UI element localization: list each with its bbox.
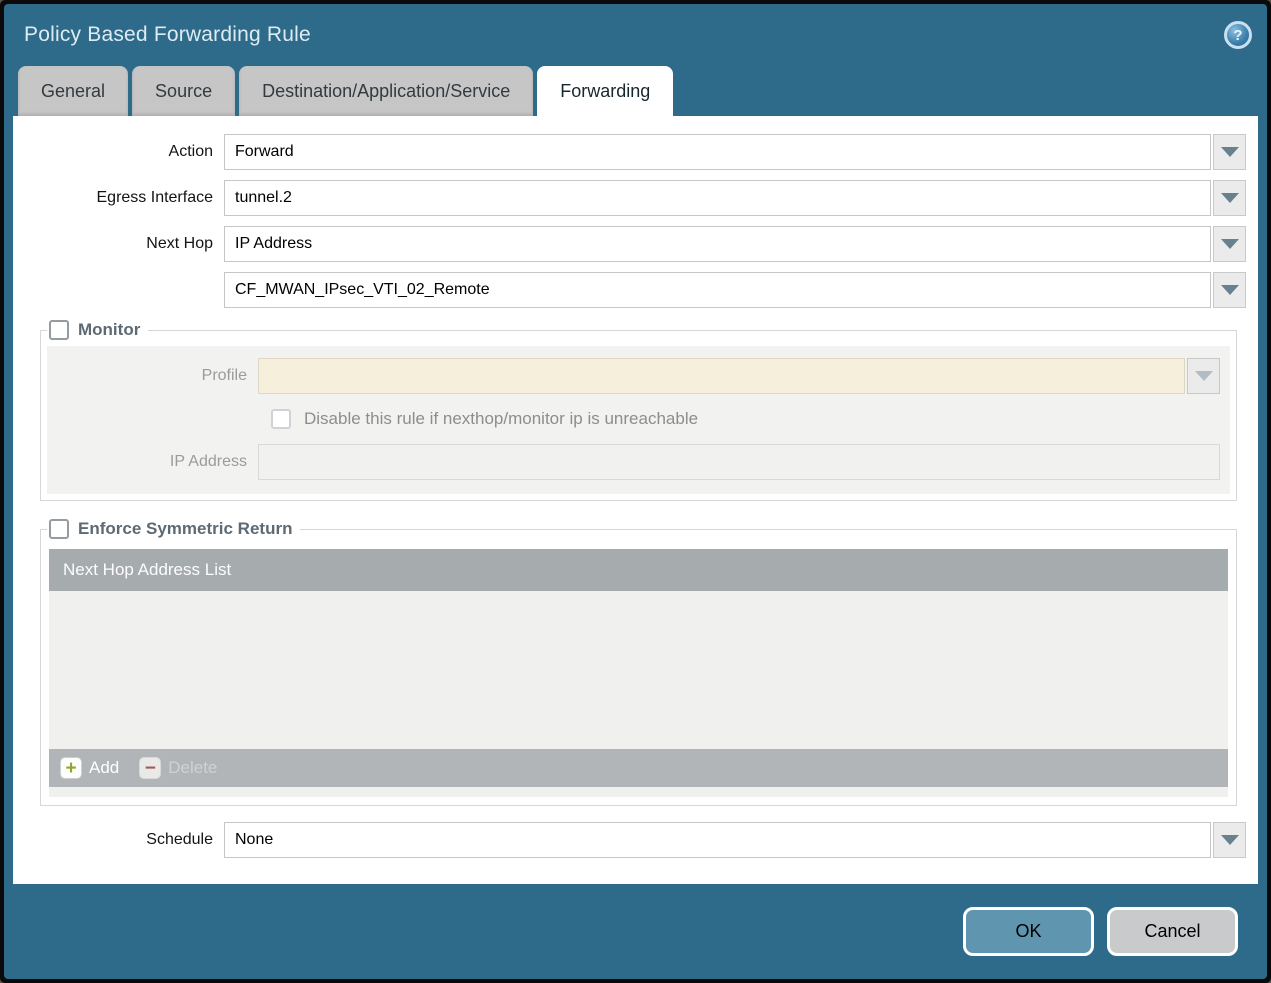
monitor-checkbox[interactable] bbox=[49, 320, 69, 340]
next-hop-address-row bbox=[13, 272, 1246, 308]
delete-button: − Delete bbox=[139, 757, 217, 779]
chevron-down-icon bbox=[1221, 193, 1239, 203]
profile-combo bbox=[258, 358, 1220, 394]
egress-interface-row: Egress Interface bbox=[13, 180, 1246, 216]
ok-button[interactable]: OK bbox=[963, 907, 1094, 956]
dialog-title: Policy Based Forwarding Rule bbox=[24, 23, 311, 47]
table-bottom-strip bbox=[49, 787, 1228, 797]
profile-row: Profile bbox=[47, 358, 1220, 394]
monitor-fieldset: Monitor Profile Disable bbox=[40, 320, 1237, 501]
symmetric-return-legend: Enforce Symmetric Return bbox=[47, 519, 300, 539]
help-icon[interactable]: ? bbox=[1224, 21, 1252, 49]
disable-rule-checkbox bbox=[271, 409, 291, 429]
chevron-down-icon bbox=[1195, 371, 1213, 381]
profile-input bbox=[258, 358, 1185, 394]
add-button-label: Add bbox=[89, 758, 119, 778]
monitor-ip-address-label: IP Address bbox=[47, 453, 258, 471]
symmetric-return-legend-label: Enforce Symmetric Return bbox=[78, 519, 292, 539]
egress-interface-dropdown-button[interactable] bbox=[1213, 180, 1246, 216]
minus-icon: − bbox=[139, 757, 161, 779]
egress-interface-label: Egress Interface bbox=[13, 189, 224, 207]
next-hop-address-dropdown-button[interactable] bbox=[1213, 272, 1246, 308]
delete-button-label: Delete bbox=[168, 758, 217, 778]
monitor-ip-address-combo bbox=[258, 444, 1220, 480]
tab-bar: General Source Destination/Application/S… bbox=[4, 66, 1267, 116]
schedule-combo bbox=[224, 822, 1246, 858]
add-button[interactable]: + Add bbox=[60, 757, 119, 779]
schedule-input[interactable] bbox=[224, 822, 1211, 858]
next-hop-type-dropdown-button[interactable] bbox=[1213, 226, 1246, 262]
schedule-row: Schedule bbox=[13, 822, 1246, 858]
next-hop-label: Next Hop bbox=[13, 235, 224, 253]
tab-forwarding[interactable]: Forwarding bbox=[537, 66, 673, 116]
next-hop-type-combo bbox=[224, 226, 1246, 262]
action-row: Action bbox=[13, 134, 1246, 170]
pbf-rule-dialog: Policy Based Forwarding Rule ? General S… bbox=[4, 4, 1267, 979]
action-combo bbox=[224, 134, 1246, 170]
table-footer: + Add − Delete bbox=[49, 749, 1228, 787]
screenshot-frame: Policy Based Forwarding Rule ? General S… bbox=[0, 0, 1271, 983]
profile-dropdown-button bbox=[1187, 358, 1220, 394]
next-hop-address-list-table: Next Hop Address List + Add − Delete bbox=[49, 549, 1228, 797]
egress-interface-combo bbox=[224, 180, 1246, 216]
plus-icon: + bbox=[60, 757, 82, 779]
next-hop-address-combo bbox=[224, 272, 1246, 308]
monitor-ip-address-input bbox=[258, 444, 1220, 480]
table-header: Next Hop Address List bbox=[49, 549, 1228, 591]
tab-destination-application-service[interactable]: Destination/Application/Service bbox=[239, 66, 533, 116]
chevron-down-icon bbox=[1221, 239, 1239, 249]
action-label: Action bbox=[13, 143, 224, 161]
next-hop-type-input[interactable] bbox=[224, 226, 1211, 262]
schedule-dropdown-button[interactable] bbox=[1213, 822, 1246, 858]
chevron-down-icon bbox=[1221, 285, 1239, 295]
profile-label: Profile bbox=[47, 367, 258, 385]
monitor-panel: Profile Disable this rule if nexthop/mon… bbox=[47, 346, 1230, 494]
next-hop-address-input[interactable] bbox=[224, 272, 1211, 308]
chevron-down-icon bbox=[1221, 147, 1239, 157]
monitor-legend: Monitor bbox=[47, 320, 148, 340]
egress-interface-input[interactable] bbox=[224, 180, 1211, 216]
next-hop-row: Next Hop bbox=[13, 226, 1246, 262]
table-body[interactable] bbox=[49, 591, 1228, 749]
action-dropdown-button[interactable] bbox=[1213, 134, 1246, 170]
disable-rule-label: Disable this rule if nexthop/monitor ip … bbox=[304, 409, 698, 429]
symmetric-return-checkbox[interactable] bbox=[49, 519, 69, 539]
chevron-down-icon bbox=[1221, 835, 1239, 845]
action-input[interactable] bbox=[224, 134, 1211, 170]
tab-source[interactable]: Source bbox=[132, 66, 235, 116]
schedule-label: Schedule bbox=[13, 831, 224, 849]
disable-rule-row: Disable this rule if nexthop/monitor ip … bbox=[271, 409, 1220, 429]
monitor-legend-label: Monitor bbox=[78, 320, 140, 340]
symmetric-return-fieldset: Enforce Symmetric Return Next Hop Addres… bbox=[40, 519, 1237, 806]
tab-general[interactable]: General bbox=[18, 66, 128, 116]
dialog-titlebar: Policy Based Forwarding Rule ? bbox=[4, 4, 1267, 66]
cancel-button[interactable]: Cancel bbox=[1107, 907, 1238, 956]
monitor-ip-address-row: IP Address bbox=[47, 444, 1220, 480]
forwarding-tab-panel: Action Egress Interface Ne bbox=[13, 116, 1258, 884]
dialog-footer: OK Cancel bbox=[4, 884, 1267, 979]
